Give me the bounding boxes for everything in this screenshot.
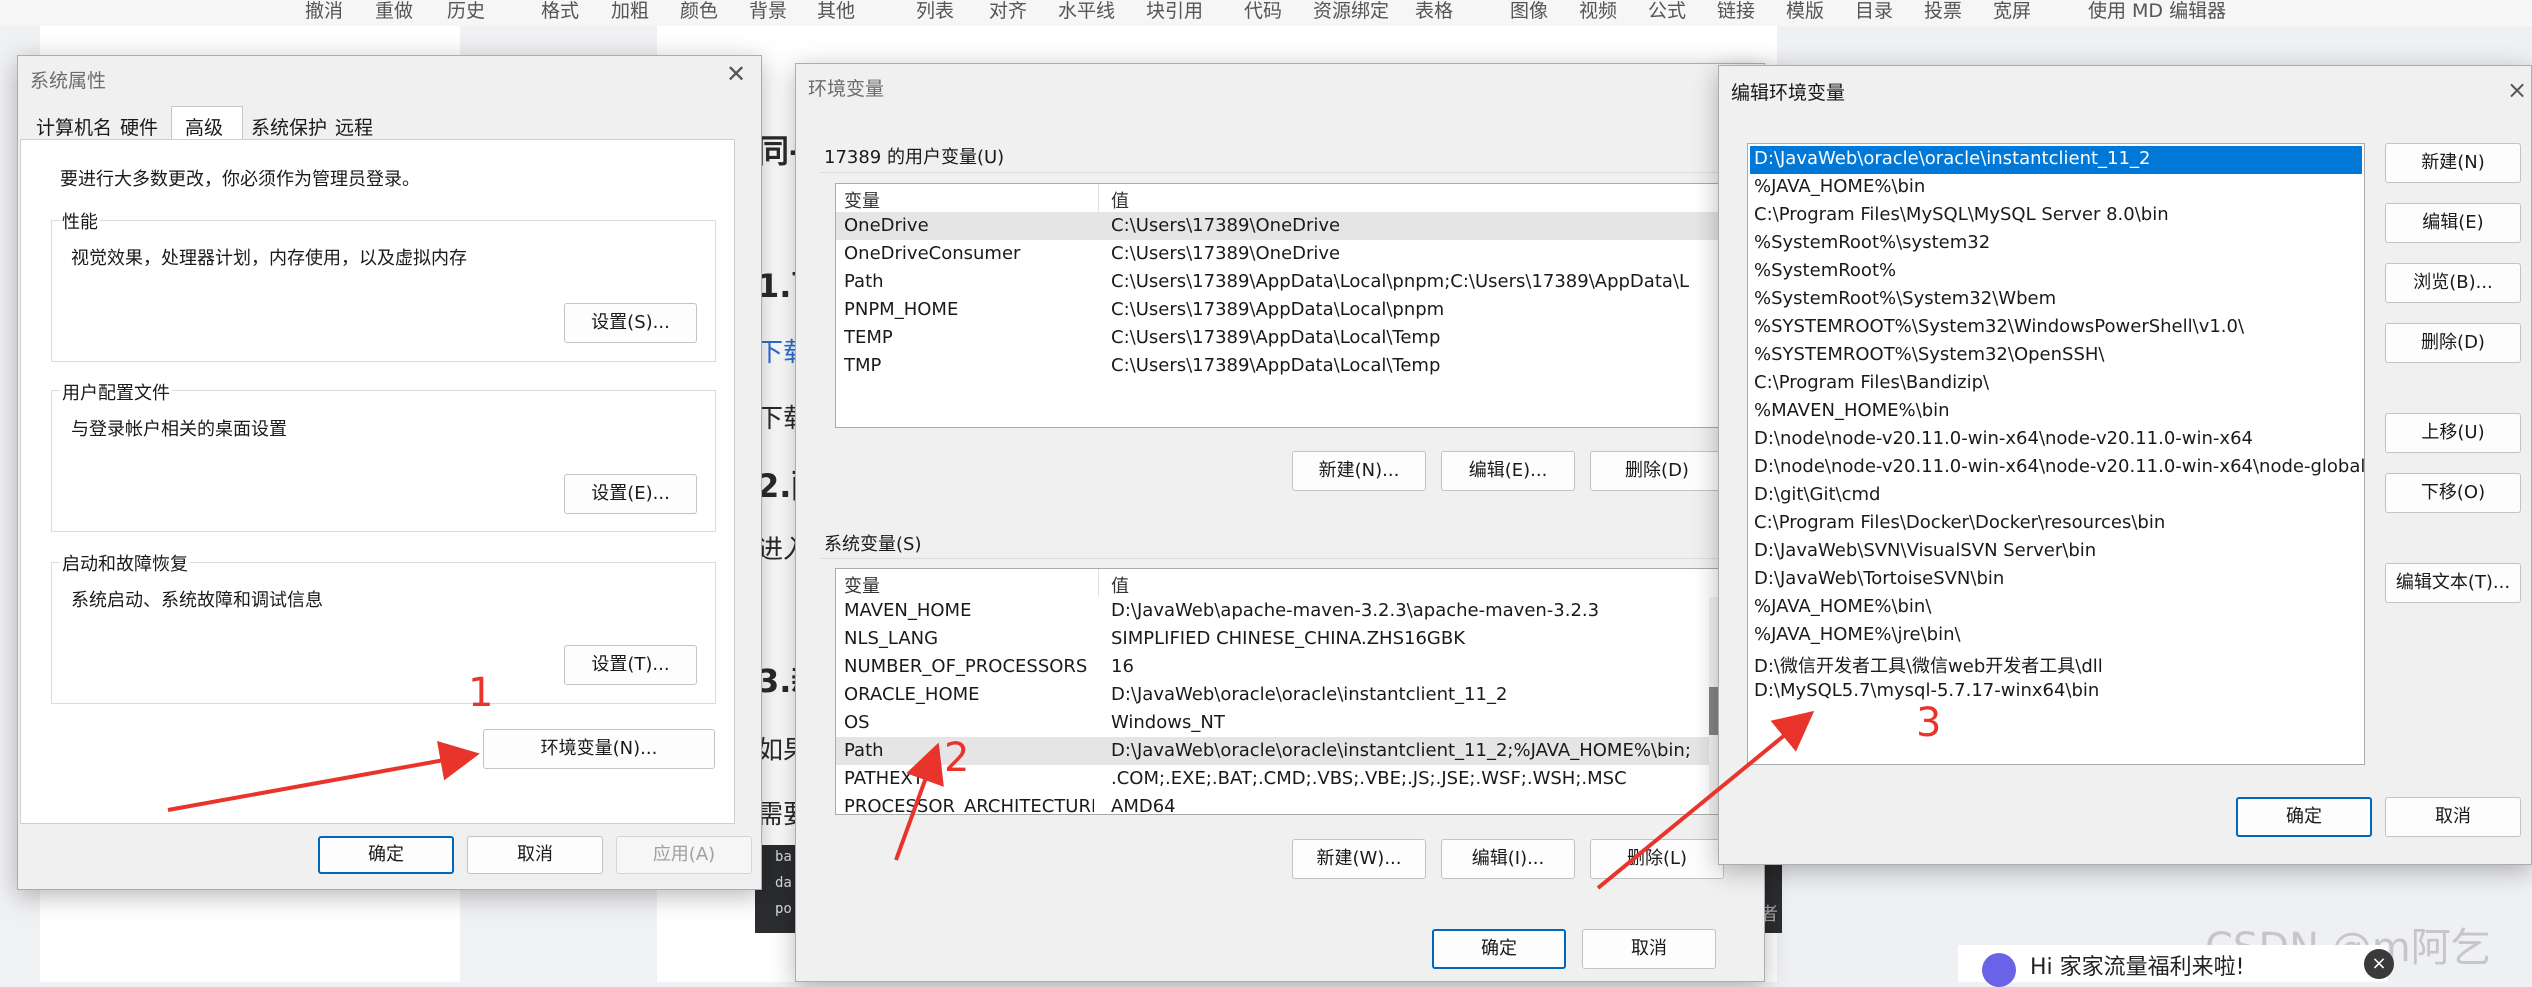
annotation-arrows	[167, 710, 1815, 890]
annotation-arrow-1	[167, 741, 480, 812]
annotation-number-1: 1	[468, 670, 494, 716]
annotation-number-3: 3	[1916, 700, 1942, 746]
annotation-arrow-2	[894, 742, 944, 861]
annotation-number-2: 2	[944, 735, 970, 781]
annotation-arrow-3	[1596, 710, 1815, 890]
